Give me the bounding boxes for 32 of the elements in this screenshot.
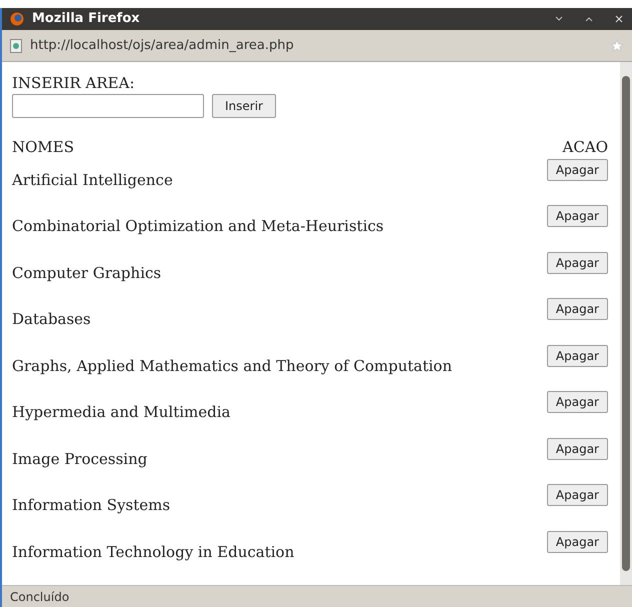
star-icon[interactable]: [610, 38, 624, 52]
page-icon: [10, 38, 22, 52]
column-header: NOMES: [12, 137, 74, 158]
area-name: Graphs, Applied Mathematics and Theory of Computation: [12, 356, 452, 376]
delete-button[interactable]: Apagar: [546, 298, 608, 320]
window-title: Mozilla Firefox: [32, 10, 140, 28]
delete-button[interactable]: Apagar: [546, 158, 608, 180]
scrollbar[interactable]: [620, 62, 632, 585]
area-name: Information Systems: [12, 495, 170, 516]
address-bar[interactable]: http://localhost/ojs/area/admin_area.php: [2, 30, 632, 62]
area-name: Image Processing: [12, 448, 148, 470]
area-name: Hypermedia and Multimedia: [12, 402, 230, 423]
insert-button[interactable]: Inserir: [212, 94, 276, 118]
status-text: Concluído: [10, 588, 70, 606]
area-name: Information Technology in Education: [12, 542, 294, 562]
delete-button[interactable]: Apagar: [546, 344, 608, 366]
column-header: ACAO: [562, 137, 608, 158]
url-text: http://localhost/ojs/area/admin_area.php: [30, 36, 294, 55]
browser-logo-icon: [10, 12, 24, 26]
close-icon[interactable]: [614, 14, 624, 24]
area-name: Databases: [12, 309, 91, 330]
delete-button[interactable]: Apagar: [546, 391, 608, 413]
area-name: Combinatorial Optimization and Meta-Heuristics: [12, 216, 384, 237]
delete-button[interactable]: Apagar: [546, 438, 608, 460]
area-input[interactable]: [12, 94, 204, 118]
delete-button[interactable]: Apagar: [546, 252, 608, 274]
area-name: Computer Graphics: [12, 262, 162, 284]
delete-button[interactable]: Apagar: [546, 530, 608, 552]
delete-button[interactable]: Apagar: [546, 484, 608, 506]
delete-button[interactable]: Apagar: [546, 205, 608, 227]
insert-label: INSERIR AREA:: [12, 74, 136, 92]
area-name: Artificial Intelligence: [12, 170, 173, 190]
